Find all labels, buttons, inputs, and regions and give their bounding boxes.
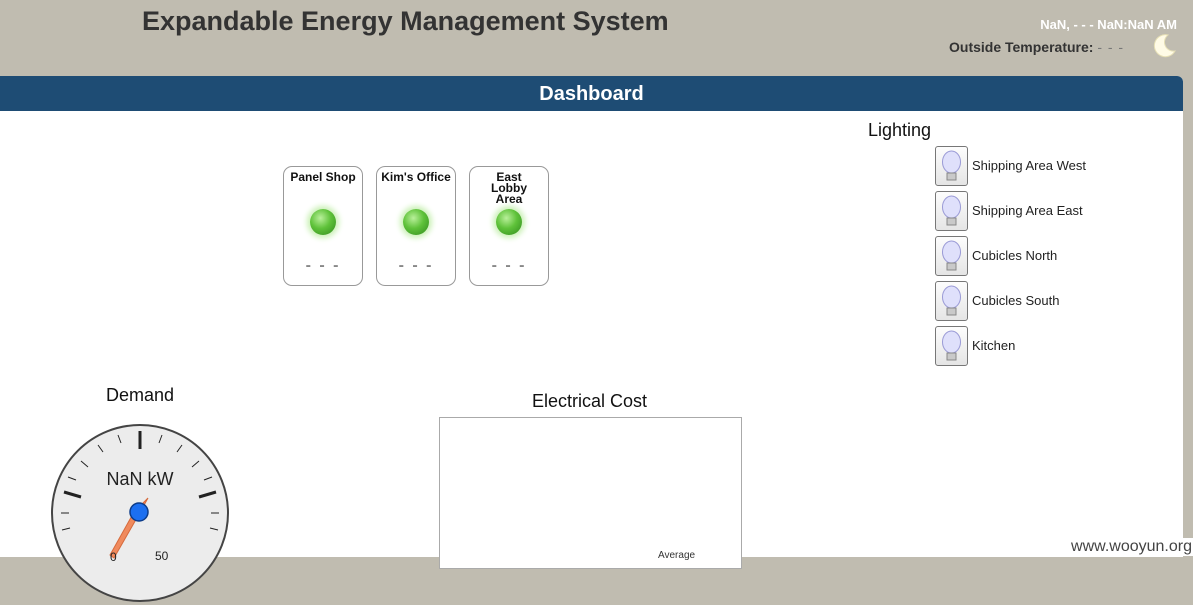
light-bulb-icon[interactable] — [935, 146, 968, 186]
light-bulb-icon[interactable] — [935, 281, 968, 321]
lighting-item-shipping-area-west[interactable]: Shipping Area West — [935, 146, 1155, 186]
zone-value: - - - — [305, 257, 341, 274]
zone-value: - - - — [398, 257, 434, 274]
dashboard-tab-label: Dashboard — [539, 83, 644, 105]
lighting-item-label: Kitchen — [972, 338, 1016, 353]
watermark: www.wooyun.org — [1070, 538, 1193, 556]
demand-title: Demand — [106, 385, 175, 405]
gauge-tick-label: 50 — [155, 549, 169, 563]
lighting-item-label: Cubicles South — [972, 293, 1060, 308]
app-header: Expandable Energy Management System NaN,… — [0, 0, 1193, 80]
outside-temperature-label: Outside Temperature: — [949, 39, 1094, 55]
lighting-item-shipping-area-east[interactable]: Shipping Area East — [935, 191, 1155, 231]
zone-status-led — [310, 209, 336, 235]
app-title: Expandable Energy Management System — [142, 6, 669, 36]
electrical-cost-chart — [439, 417, 742, 569]
zone-name: Panel Shop — [290, 170, 356, 184]
outside-temperature-value: - - - — [1097, 39, 1125, 55]
moon-icon — [1153, 34, 1176, 58]
lighting-item-cubicles-south[interactable]: Cubicles South — [935, 281, 1155, 321]
gauge-tick-label: 0 — [110, 550, 117, 564]
zone-value: - - - — [491, 257, 527, 274]
zone-name: Kim's Office — [381, 170, 451, 184]
dashboard-tab-bar: Dashboard — [0, 76, 1183, 111]
lighting-item-label: Shipping Area East — [972, 203, 1083, 218]
zone-status-led — [496, 209, 522, 235]
lighting-item-label: Shipping Area West — [972, 158, 1086, 173]
electrical-cost-legend-label: Average — [658, 550, 696, 561]
zone-card-east-lobby-area[interactable]: East Lobby Area - - - — [469, 166, 549, 286]
outside-temperature: Outside Temperature: - - - — [949, 39, 1124, 55]
demand-value: NaN kW — [106, 469, 174, 489]
lighting-item-cubicles-north[interactable]: Cubicles North — [935, 236, 1155, 276]
light-bulb-icon[interactable] — [935, 191, 968, 231]
electrical-cost-title: Electrical Cost — [532, 391, 648, 411]
light-bulb-icon[interactable] — [935, 326, 968, 366]
zone-name: East Lobby Area — [491, 170, 527, 206]
datetime-display: NaN, - - - NaN:NaN AM — [1040, 17, 1177, 32]
zone-card-kims-office[interactable]: Kim's Office - - - — [376, 166, 456, 286]
zone-card-panel-shop[interactable]: Panel Shop - - - — [283, 166, 363, 286]
lighting-item-kitchen[interactable]: Kitchen — [935, 326, 1155, 366]
demand-gauge: 0 50 — [51, 424, 229, 602]
lighting-item-label: Cubicles North — [972, 248, 1058, 263]
light-bulb-icon[interactable] — [935, 236, 968, 276]
lighting-title: Lighting — [868, 120, 932, 140]
gauge-hub — [129, 502, 149, 522]
zone-status-led — [403, 209, 429, 235]
